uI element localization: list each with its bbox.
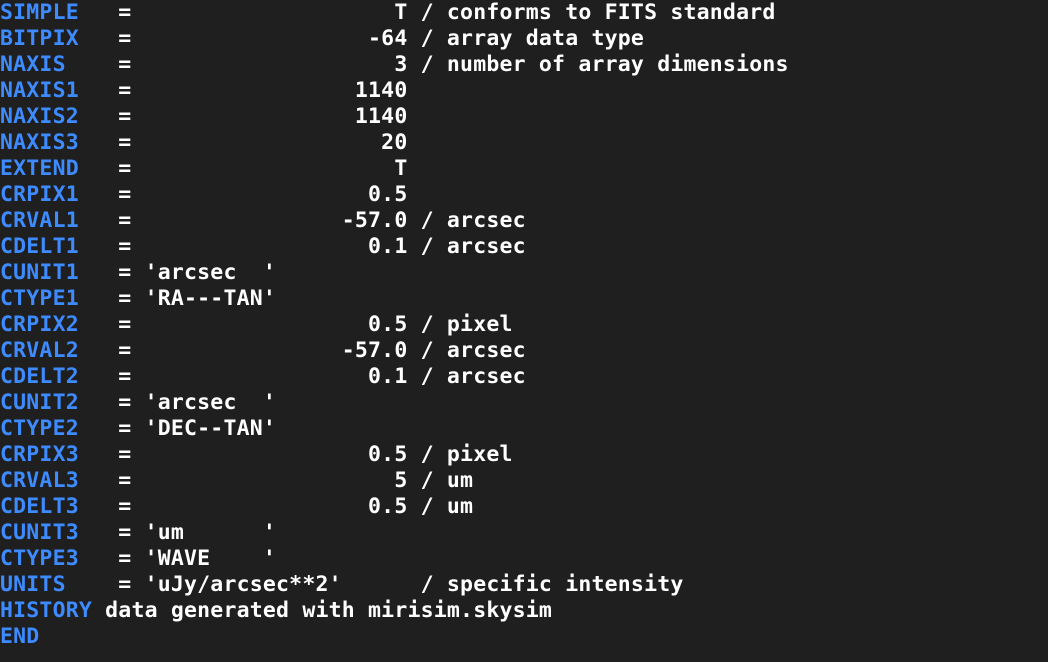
- header-card-crpix3: CRPIX3 = 0.5 / pixel: [0, 442, 1048, 468]
- header-value: data generated with mirisim.skysim: [92, 598, 553, 623]
- header-keyword: BITPIX: [0, 26, 106, 51]
- header-keyword: CTYPE2: [0, 416, 106, 441]
- header-value: = T: [105, 156, 408, 181]
- header-card-ctype1: CTYPE1 = 'RA---TAN': [0, 286, 1048, 312]
- header-value: = 3 / number of array dimensions: [105, 52, 789, 77]
- header-card-units: UNITS = 'uJy/arcsec**2' / specific inten…: [0, 572, 1048, 598]
- header-value: = T / conforms to FITS standard: [105, 0, 776, 25]
- header-card-naxis3: NAXIS3 = 20: [0, 130, 1048, 156]
- header-value: = 0.5: [105, 182, 408, 207]
- header-value: = 5 / um: [105, 468, 474, 493]
- header-keyword: EXTEND: [0, 156, 106, 181]
- header-keyword: CDELT1: [0, 234, 106, 259]
- header-keyword: CRPIX1: [0, 182, 106, 207]
- header-value: = 0.1 / arcsec: [105, 364, 526, 389]
- header-keyword: UNITS: [0, 572, 106, 597]
- header-card-simple: SIMPLE = T / conforms to FITS standard: [0, 0, 1048, 26]
- header-value: = 'um ': [105, 520, 277, 545]
- header-card-cunit3: CUNIT3 = 'um ': [0, 520, 1048, 546]
- header-card-history: HISTORY data generated with mirisim.skys…: [0, 598, 1048, 624]
- header-value: = -57.0 / arcsec: [105, 208, 526, 233]
- header-keyword: NAXIS1: [0, 78, 106, 103]
- header-keyword: SIMPLE: [0, 0, 106, 25]
- header-value: = 'uJy/arcsec**2' / specific intensity: [105, 572, 684, 597]
- header-value: = 0.5 / um: [105, 494, 474, 519]
- header-keyword: CDELT3: [0, 494, 106, 519]
- header-value: = 0.5 / pixel: [105, 442, 513, 467]
- header-keyword: CRVAL1: [0, 208, 106, 233]
- header-card-ctype3: CTYPE3 = 'WAVE ': [0, 546, 1048, 572]
- header-card-end: END: [0, 624, 1048, 650]
- header-keyword: CRPIX3: [0, 442, 106, 467]
- header-value: = 'arcsec ': [105, 260, 277, 285]
- header-keyword: END: [0, 624, 40, 649]
- header-keyword: CTYPE1: [0, 286, 106, 311]
- header-keyword: CRVAL2: [0, 338, 106, 363]
- header-card-crval3: CRVAL3 = 5 / um: [0, 468, 1048, 494]
- header-keyword: HISTORY: [0, 598, 93, 623]
- header-value: = 'WAVE ': [105, 546, 277, 571]
- header-keyword: NAXIS2: [0, 104, 106, 129]
- header-value: = 'arcsec ': [105, 390, 277, 415]
- header-card-extend: EXTEND = T: [0, 156, 1048, 182]
- header-value: = 'DEC--TAN': [105, 416, 277, 441]
- header-value: = 0.1 / arcsec: [105, 234, 526, 259]
- header-value: = 'RA---TAN': [105, 286, 277, 311]
- header-keyword: CRVAL3: [0, 468, 106, 493]
- header-value: = 0.5 / pixel: [105, 312, 513, 337]
- header-card-cdelt1: CDELT1 = 0.1 / arcsec: [0, 234, 1048, 260]
- header-card-bitpix: BITPIX = -64 / array data type: [0, 26, 1048, 52]
- header-card-cunit1: CUNIT1 = 'arcsec ': [0, 260, 1048, 286]
- header-keyword: CRPIX2: [0, 312, 106, 337]
- header-card-ctype2: CTYPE2 = 'DEC--TAN': [0, 416, 1048, 442]
- header-card-crval1: CRVAL1 = -57.0 / arcsec: [0, 208, 1048, 234]
- header-keyword: NAXIS: [0, 52, 106, 77]
- header-value: = 20: [105, 130, 408, 155]
- header-keyword: CUNIT1: [0, 260, 106, 285]
- header-card-cdelt3: CDELT3 = 0.5 / um: [0, 494, 1048, 520]
- header-card-naxis2: NAXIS2 = 1140: [0, 104, 1048, 130]
- header-keyword: NAXIS3: [0, 130, 106, 155]
- terminal-output: SIMPLE = T / conforms to FITS standard B…: [0, 0, 1048, 662]
- header-value: = -57.0 / arcsec: [105, 338, 526, 363]
- header-keyword: CUNIT2: [0, 390, 106, 415]
- header-value: = 1140: [105, 78, 408, 103]
- header-keyword: CUNIT3: [0, 520, 106, 545]
- header-card-cunit2: CUNIT2 = 'arcsec ': [0, 390, 1048, 416]
- header-card-cdelt2: CDELT2 = 0.1 / arcsec: [0, 364, 1048, 390]
- header-value: = 1140: [105, 104, 408, 129]
- header-keyword: CDELT2: [0, 364, 106, 389]
- header-card-crpix1: CRPIX1 = 0.5: [0, 182, 1048, 208]
- header-card-naxis1: NAXIS1 = 1140: [0, 78, 1048, 104]
- header-value: = -64 / array data type: [105, 26, 645, 51]
- header-card-crpix2: CRPIX2 = 0.5 / pixel: [0, 312, 1048, 338]
- header-card-crval2: CRVAL2 = -57.0 / arcsec: [0, 338, 1048, 364]
- header-keyword: CTYPE3: [0, 546, 106, 571]
- header-card-naxis: NAXIS = 3 / number of array dimensions: [0, 52, 1048, 78]
